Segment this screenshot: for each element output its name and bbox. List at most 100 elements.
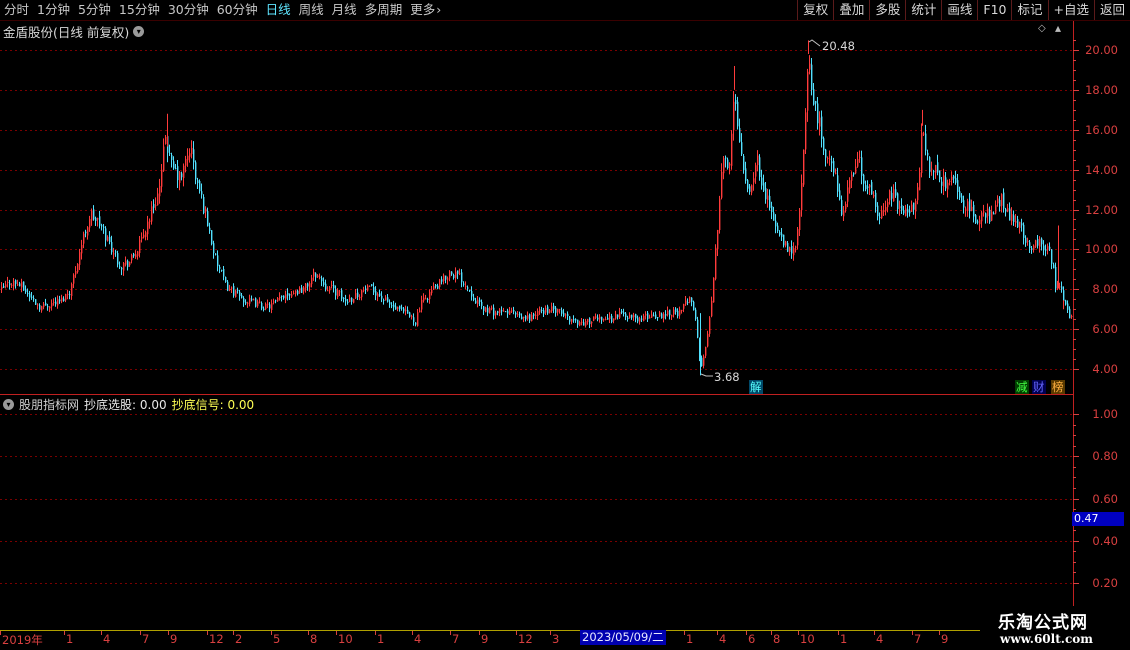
up-candle-body [185,158,187,166]
up-candle-body [359,296,361,299]
down-candle-body [773,212,775,221]
time-tick-mark [939,631,940,635]
down-candle-body [525,315,527,320]
down-candle-body [207,211,209,227]
down-candle-body [209,227,211,231]
up-candle-body [537,310,539,317]
down-candle-body [31,296,33,298]
down-candle-body [33,298,35,300]
price-tick-label: 4.00 [1092,362,1118,376]
time-tick-label: 3 [552,632,560,646]
down-candle-body [233,286,235,296]
up-candle-body [123,263,125,271]
down-candle-body [583,322,585,326]
indicator-tick-label: 0.80 [1092,449,1118,464]
down-candle-body [861,157,863,176]
up-candle-body [911,204,913,212]
down-candle-body [505,311,507,313]
down-candle-body [297,290,299,295]
time-tick-mark [798,631,799,635]
time-tick-label: 12 [209,632,224,646]
up-candle-body [295,290,297,294]
up-candle-body [947,182,949,190]
down-candle-body [925,133,927,151]
down-candle-body [1041,238,1043,245]
down-candle-body [1069,308,1071,319]
down-candle-body [105,228,107,241]
down-candle-body [903,210,905,214]
down-candle-body [969,199,971,212]
down-candle-body [961,195,963,202]
badge-jie[interactable]: 解 [749,380,763,394]
down-candle-body [1065,300,1067,305]
down-candle-body [691,297,693,302]
down-candle-body [939,170,941,180]
up-candle-body [889,190,891,201]
down-candle-body [769,195,771,208]
down-candle-body [1021,223,1023,226]
time-tick-mark [684,631,685,635]
down-candle-body [1045,249,1047,251]
up-candle-body [363,289,365,291]
price-tick-label: 20.00 [1085,43,1118,57]
up-candle-body [13,280,15,287]
up-candle-body [11,284,13,286]
up-candle-body [253,299,255,301]
up-candle-body [829,158,831,160]
indicator-value-1: 抄底选股: 0.00 [84,398,167,412]
time-tick-mark [375,631,376,635]
down-candle-body [103,226,105,228]
down-candle-body [203,196,205,214]
up-candle-body [419,310,421,313]
up-candle-body [367,285,369,291]
indicator-tick-label: 1.00 [1092,407,1118,421]
up-candle-body [559,309,561,311]
badge-cai[interactable]: 财 [1032,380,1046,394]
up-candle-body [51,303,53,307]
down-candle-body [263,308,265,310]
up-candle-body [667,310,669,315]
down-candle-body [487,308,489,313]
up-candle-body [557,308,559,313]
down-candle-body [245,301,247,304]
badge-bang[interactable]: 榜 [1051,380,1065,394]
up-candle-body [455,271,457,278]
down-candle-body [1017,219,1019,228]
down-candle-body [959,191,961,198]
down-candle-body [879,216,881,218]
up-candle-body [137,251,139,256]
down-candle-body [153,204,155,208]
down-candle-body [963,200,965,208]
down-candle-body [687,301,689,303]
up-candle-body [53,302,55,304]
down-candle-body [573,319,575,321]
down-candle-body [955,177,957,183]
price-chart-canvas[interactable] [0,0,1130,650]
chevron-down-icon[interactable]: ▾ [3,399,14,410]
price-tick-label: 12.00 [1085,202,1118,217]
up-candle-body [397,306,399,310]
up-candle-body [517,314,519,316]
low-marker-line [700,373,713,377]
up-candle-body [235,290,237,297]
down-candle-body [1061,286,1063,290]
down-candle-body [375,291,377,296]
up-candle-body [855,166,857,174]
badge-jian[interactable]: 减 [1015,380,1029,394]
up-candle-body [605,318,607,320]
up-candle-body [757,155,759,166]
down-candle-body [409,312,411,317]
up-candle-body [689,297,691,303]
up-candle-body [723,158,725,174]
up-candle-body [353,299,355,303]
time-tick-label: 8 [773,632,781,646]
down-candle-body [427,298,429,300]
down-candle-body [39,305,41,310]
up-candle-body [1,286,3,290]
down-candle-body [909,211,911,214]
down-candle-body [547,306,549,314]
down-candle-body [821,116,823,139]
up-candle-body [113,253,115,255]
time-tick-label: 2 [235,632,243,646]
down-candle-body [387,297,389,302]
